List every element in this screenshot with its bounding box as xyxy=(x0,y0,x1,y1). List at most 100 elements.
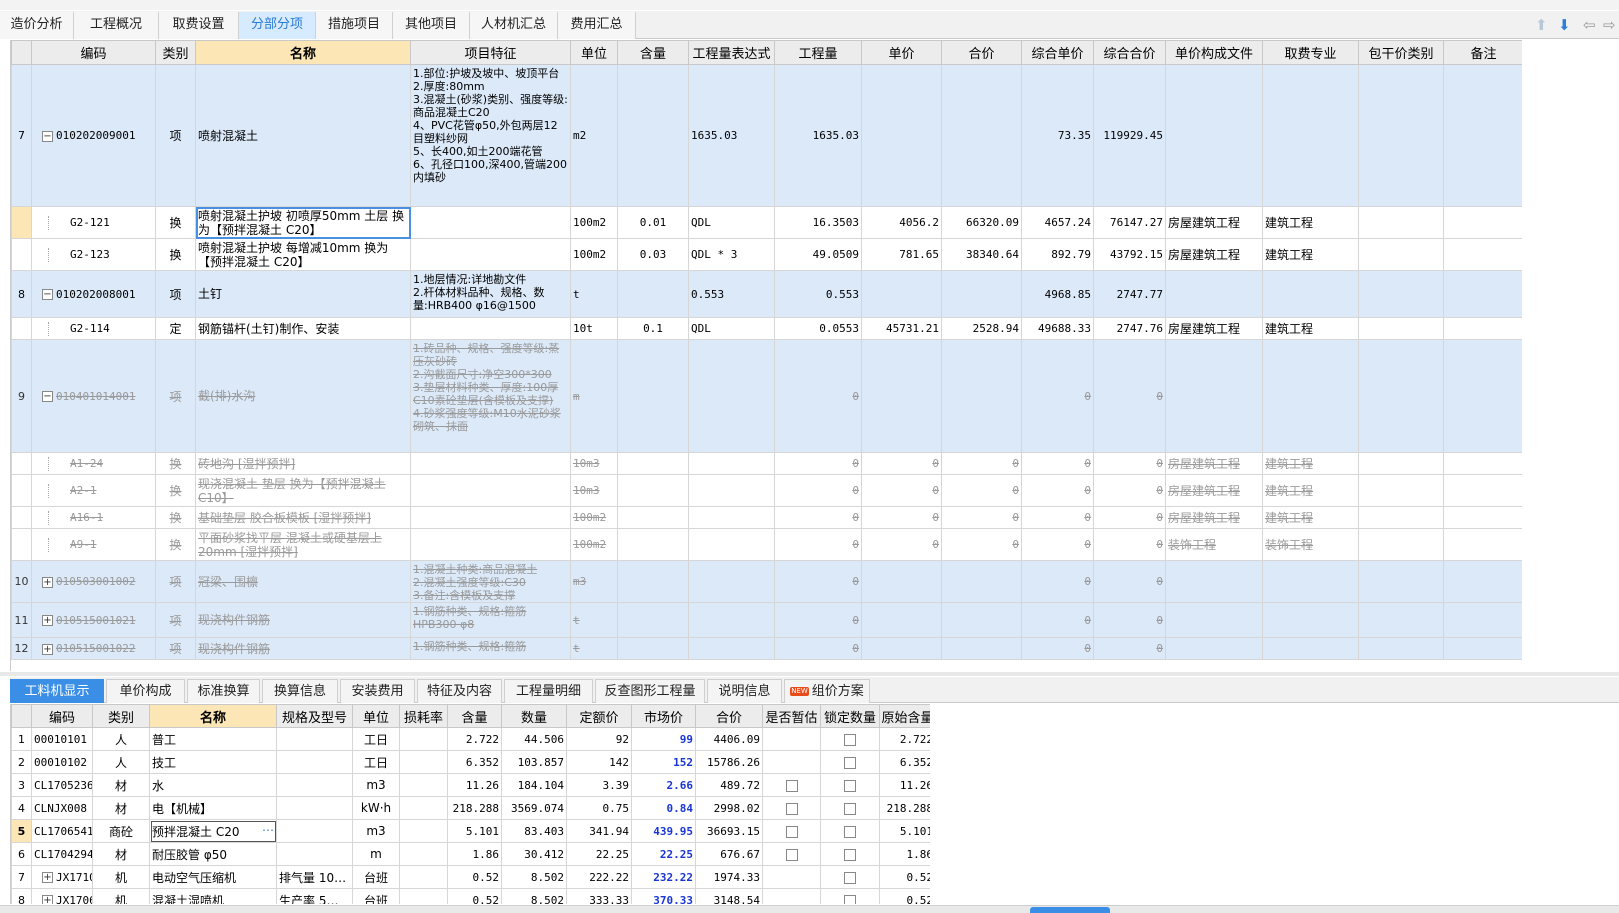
item-name[interactable]: 现浇混凝土 垫层 换为【预拌混凝土 C10】 xyxy=(195,474,411,507)
item-quantity[interactable]: 1635.03 xyxy=(774,64,862,207)
resource-lock-flag[interactable] xyxy=(820,888,880,904)
bottom-tab-3[interactable]: 换算信息 xyxy=(262,679,338,703)
item-fee-specialty[interactable] xyxy=(1262,339,1359,453)
resource-category[interactable]: 机 xyxy=(92,865,150,889)
item-unit-price[interactable]: 0 xyxy=(861,474,942,507)
resource-quantity[interactable]: 103.857 xyxy=(501,750,567,774)
item-package-category[interactable] xyxy=(1358,206,1444,239)
item-fee-specialty[interactable] xyxy=(1262,637,1359,660)
column-header[interactable]: 取费专业 xyxy=(1262,40,1359,65)
item-unit-price[interactable] xyxy=(861,64,942,207)
resource-original-content[interactable]: 5.101 xyxy=(879,819,930,843)
resource-name[interactable]: 耐压胶管 φ50 xyxy=(149,842,277,866)
resource-total[interactable]: 36693.15 xyxy=(695,819,763,843)
item-quantity-expression[interactable] xyxy=(688,474,775,507)
column-header[interactable]: 单价构成文件 xyxy=(1165,40,1263,65)
row-number[interactable] xyxy=(11,238,32,271)
item-content-ratio[interactable]: 0.1 xyxy=(617,317,689,340)
item-name[interactable]: 现浇构件钢筋 xyxy=(195,602,411,638)
resource-column-header[interactable]: 编码 xyxy=(31,704,93,728)
item-content-ratio[interactable] xyxy=(617,452,689,475)
item-feature[interactable] xyxy=(410,506,571,529)
resource-row[interactable]: 4 CLNJX008 材电【机械】 kW·h 218.288 3569.074 0.75 0.… xyxy=(11,796,930,820)
item-unit[interactable]: m3 xyxy=(570,560,618,603)
item-note[interactable] xyxy=(1443,238,1522,271)
item-note[interactable] xyxy=(1443,206,1522,239)
item-comprehensive-price[interactable]: 892.79 xyxy=(1021,238,1094,271)
item-total-price[interactable] xyxy=(941,270,1022,318)
column-header[interactable]: 综合合价 xyxy=(1093,40,1166,65)
resource-row[interactable]: 3CL17052360材水m311.26184.1043.392.66489.7… xyxy=(11,773,930,797)
item-note[interactable] xyxy=(1443,506,1522,529)
resource-column-header[interactable]: 规格及型号 xyxy=(276,704,353,728)
item-code[interactable]: A1-24 xyxy=(31,452,156,475)
item-comprehensive-price[interactable]: 0 xyxy=(1021,602,1094,638)
column-header[interactable]: 包干价类别 xyxy=(1358,40,1444,65)
resource-base-price[interactable]: 222.22 xyxy=(566,865,632,889)
expand-icon[interactable]: + xyxy=(42,615,53,626)
panel-splitter[interactable] xyxy=(0,672,1619,676)
resource-code[interactable]: +JX17100240 xyxy=(31,865,93,889)
expand-icon[interactable]: + xyxy=(42,643,53,655)
item-price-file[interactable] xyxy=(1165,602,1263,638)
item-category[interactable]: 项 xyxy=(155,602,196,638)
tab-6[interactable]: 人材机汇总 xyxy=(470,12,558,39)
quota-row[interactable]: G2-121 换喷射混凝土护坡 初喷厚50mm 土层 换为【预拌混凝土 C20】 1… xyxy=(11,206,1522,239)
resource-spec[interactable]: 排气量 10… xyxy=(276,865,353,889)
item-unit[interactable]: 10m3 xyxy=(570,474,618,507)
resource-row[interactable]: 2 00010102 人技工 工日 6.352 103.857 142 152 15786.26… xyxy=(11,750,930,774)
item-name[interactable]: 土钉 xyxy=(195,270,411,318)
item-total-price[interactable] xyxy=(941,560,1022,603)
item-quantity-expression[interactable] xyxy=(688,506,775,529)
item-quantity[interactable]: 0 xyxy=(774,560,862,603)
lock-checkbox[interactable] xyxy=(844,871,856,884)
bottom-tab-6[interactable]: 工程量明细 xyxy=(504,679,593,703)
resource-original-content[interactable]: 218.288 xyxy=(879,796,930,820)
arrow-up-icon[interactable]: ⬆ xyxy=(1535,16,1548,34)
item-quantity[interactable]: 0 xyxy=(774,637,862,660)
resource-name[interactable]: 电【机械】 xyxy=(149,796,277,820)
item-quantity[interactable]: 0 xyxy=(774,528,862,561)
item-comprehensive-price[interactable]: 0 xyxy=(1021,474,1094,507)
item-unit[interactable]: t xyxy=(570,637,618,660)
item-quantity[interactable]: 0 xyxy=(774,474,862,507)
item-quantity-expression[interactable] xyxy=(688,560,775,603)
row-number[interactable]: 9 xyxy=(11,339,32,453)
row-number[interactable]: 8 xyxy=(11,270,32,318)
item-feature[interactable]: 1.砖品种、规格、强度等级:蒸压灰砂砖 2.沟截面尺寸:净空300*300 3.… xyxy=(410,339,571,453)
resource-code[interactable]: 00010102 xyxy=(31,750,93,774)
item-quantity-expression[interactable]: QDL * 3 xyxy=(688,238,775,271)
item-content-ratio[interactable]: 0.01 xyxy=(617,206,689,239)
item-category[interactable]: 项 xyxy=(155,560,196,603)
quota-row[interactable]: G2-114 定钢筋锚杆(土钉)制作、安装 10t 0.1 QDL 0.0553 45731… xyxy=(11,317,1522,340)
resource-unit[interactable]: m3 xyxy=(352,773,400,797)
quota-row[interactable]: A9-1 换平面砂浆找平层 混凝土或硬基层上20mm [湿拌预拌] 100m2 0 0 0… xyxy=(11,528,1522,561)
item-unit-price[interactable] xyxy=(861,270,942,318)
item-comprehensive-price[interactable]: 0 xyxy=(1021,339,1094,453)
item-comprehensive-total[interactable]: 119929.45 xyxy=(1093,64,1166,207)
item-comprehensive-price[interactable]: 4968.85 xyxy=(1021,270,1094,318)
item-comprehensive-total[interactable]: 2747.77 xyxy=(1093,270,1166,318)
item-total-price[interactable]: 0 xyxy=(941,474,1022,507)
item-comprehensive-total[interactable]: 76147.27 xyxy=(1093,206,1166,239)
resource-lock-flag[interactable] xyxy=(820,865,880,889)
item-fee-specialty[interactable]: 建筑工程 xyxy=(1262,474,1359,507)
resource-estimate-flag[interactable] xyxy=(762,842,821,866)
item-quantity-expression[interactable]: QDL xyxy=(688,206,775,239)
resource-spec[interactable]: 生产率 5… xyxy=(276,888,353,904)
resource-category[interactable]: 机 xyxy=(92,888,150,904)
lock-checkbox[interactable] xyxy=(844,779,856,792)
resource-lock-flag[interactable] xyxy=(820,796,880,820)
resource-row[interactable]: 7+JX17100240机电动空气压缩机排气量 10…台班0.528.50222… xyxy=(11,865,930,889)
resource-estimate-flag[interactable] xyxy=(762,819,821,843)
item-feature[interactable] xyxy=(410,317,571,340)
column-header[interactable]: 单位 xyxy=(570,40,618,65)
bill-item-row[interactable]: 8−010202008001 项土钉 1.地层情况:详地勘文件 2.杆体材料品种、规… xyxy=(11,270,1522,318)
item-fee-specialty[interactable] xyxy=(1262,64,1359,207)
resource-loss-rate[interactable] xyxy=(399,750,448,774)
item-package-category[interactable] xyxy=(1358,506,1444,529)
item-category[interactable]: 换 xyxy=(155,206,196,239)
bill-item-row[interactable]: 10 +010503001002 项冠梁、围檩 1.混凝土种类:商品混凝土 2.混凝土… xyxy=(11,560,1522,603)
resource-loss-rate[interactable] xyxy=(399,865,448,889)
item-name[interactable]: 喷射混凝土 xyxy=(195,64,411,207)
